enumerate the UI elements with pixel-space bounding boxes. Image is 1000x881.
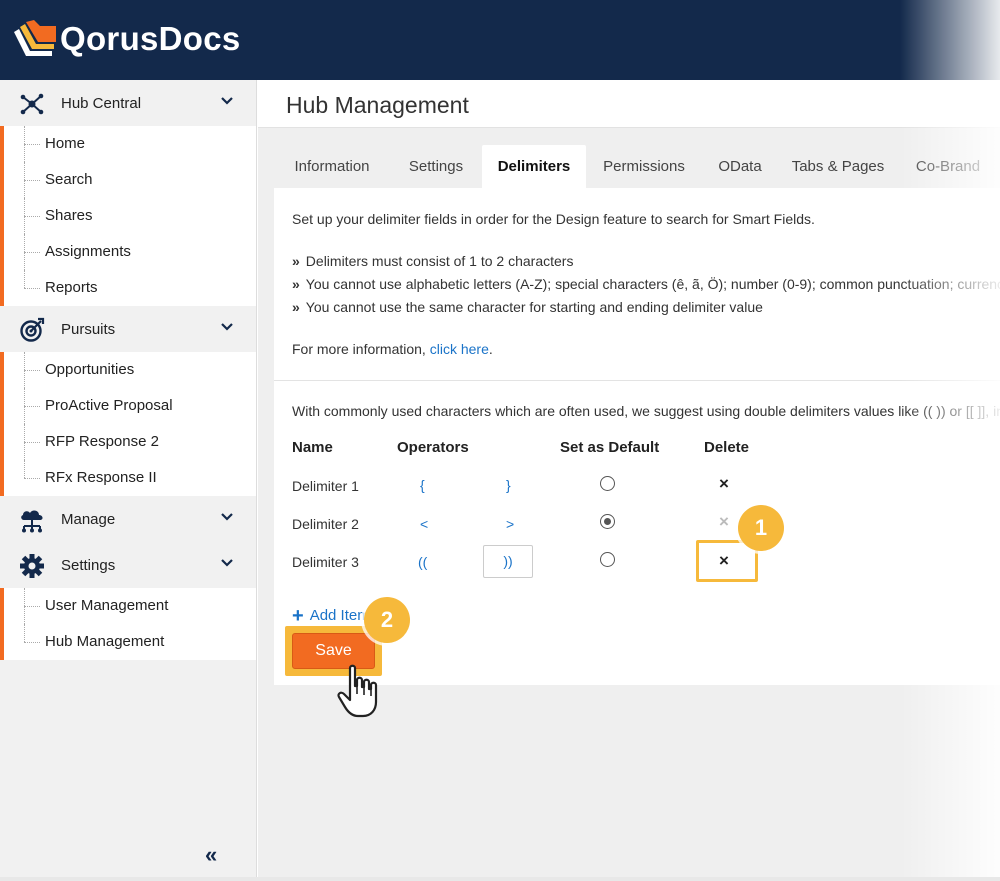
chevron-down-icon[interactable] [220, 556, 234, 570]
bottom-border [0, 877, 1000, 881]
delete-icon-disabled: × [719, 512, 729, 531]
sidebar-group-label: Manage [61, 511, 116, 528]
sidebar-item-rfx-response-ii[interactable]: RFx Response II [4, 460, 256, 496]
tab-permissions[interactable]: Permissions [586, 145, 702, 188]
double-chevron-right-icon: » [292, 299, 300, 315]
rule-item: » You cannot use alphabetic letters (A-Z)… [292, 276, 1000, 292]
rule-item: » You cannot use the same character for s… [292, 299, 763, 315]
default-radio-selected[interactable] [600, 514, 615, 529]
delimiter-name: Delimiter 3 [292, 554, 359, 570]
sidebar-item-opportunities[interactable]: Opportunities [4, 352, 256, 388]
callout-badge-1: 1 [738, 505, 784, 551]
sidebar-group-hub-central[interactable]: Hub Central [0, 80, 256, 126]
end-delimiter-input[interactable]: > [506, 516, 514, 532]
column-header-delete: Delete [704, 439, 750, 456]
sidebar-group-manage[interactable]: Manage [0, 496, 256, 542]
tab-bar: Information Settings Delimiters Permissi… [274, 145, 1000, 188]
rule-text: You cannot use alphabetic letters (A-Z);… [305, 276, 1000, 292]
cloud-network-icon [21, 510, 43, 533]
page-header: Hub Management [258, 80, 1000, 128]
sidebar-item-user-management[interactable]: User Management [4, 588, 256, 624]
delete-icon[interactable]: × [719, 551, 729, 571]
add-item-button[interactable]: + Add Item [292, 605, 370, 628]
sidebar-item-home[interactable]: Home [4, 126, 256, 162]
sidebar-group-label: Pursuits [61, 321, 116, 338]
column-header-operators: Operators [397, 439, 469, 456]
tab-co-brand[interactable]: Co-Brand [898, 145, 998, 188]
rule-text: You cannot use the same character for st… [305, 299, 763, 315]
sidebar-group-pursuits[interactable]: Pursuits [0, 306, 256, 352]
tab-delimiters[interactable]: Delimiters [482, 145, 586, 188]
sidebar-list-settings: User Management Hub Management [0, 588, 256, 660]
sidebar-list-hub-central: Home Search Shares Assignments Reports [0, 126, 256, 306]
chevron-down-icon[interactable] [220, 320, 234, 334]
double-chevron-right-icon: » [292, 276, 300, 292]
tab-information[interactable]: Information [274, 145, 390, 188]
default-radio[interactable] [600, 476, 615, 491]
logo-icon [14, 20, 56, 56]
qorusdocs-logo[interactable]: QorusDocs [10, 18, 241, 60]
callout-badge-2: 2 [364, 597, 410, 643]
hand-cursor-icon [337, 664, 378, 718]
logo-text: QorusDocs [60, 20, 241, 57]
tab-settings[interactable]: Settings [390, 145, 482, 188]
target-icon [20, 317, 45, 342]
click-here-link[interactable]: click here [430, 341, 489, 357]
start-delimiter-input[interactable]: { [420, 477, 425, 493]
delimiter-name: Delimiter 1 [292, 478, 359, 494]
start-delimiter-input[interactable]: (( [418, 554, 427, 570]
rule-item: » Delimiters must consist of 1 to 2 chara… [292, 253, 573, 269]
sidebar-item-proactive-proposal[interactable]: ProActive Proposal [4, 388, 256, 424]
tab-odata[interactable]: OData [702, 145, 778, 188]
double-chevron-right-icon: » [292, 253, 300, 269]
app-header: QorusDocs [0, 0, 1000, 80]
sidebar-item-search[interactable]: Search [4, 162, 256, 198]
collapse-sidebar-icon[interactable]: « [205, 842, 217, 868]
chevron-down-icon[interactable] [220, 94, 234, 108]
gear-icon [20, 554, 44, 578]
sidebar-group-settings[interactable]: Settings [0, 542, 256, 588]
more-info-text: For more information, click here. [292, 341, 493, 357]
sidebar-item-hub-management[interactable]: Hub Management [4, 624, 256, 660]
sidebar-group-label: Hub Central [61, 95, 142, 112]
sidebar-item-assignments[interactable]: Assignments [4, 234, 256, 270]
sidebar-item-rfp-response-2[interactable]: RFP Response 2 [4, 424, 256, 460]
hub-icon [20, 93, 44, 115]
column-header-name: Name [292, 439, 333, 456]
delimiter-name: Delimiter 2 [292, 516, 359, 532]
chevron-down-icon[interactable] [220, 510, 234, 524]
sidebar-list-pursuits: Opportunities ProActive Proposal RFP Res… [0, 352, 256, 496]
start-delimiter-input[interactable]: < [420, 516, 428, 532]
end-delimiter-input[interactable]: } [506, 477, 511, 493]
rule-text: Delimiters must consist of 1 to 2 charac… [305, 253, 574, 269]
sidebar-item-reports[interactable]: Reports [4, 270, 256, 306]
delete-icon[interactable]: × [719, 474, 729, 494]
tab-tabs-pages[interactable]: Tabs & Pages [778, 145, 898, 188]
default-radio[interactable] [600, 552, 615, 567]
page-title: Hub Management [286, 92, 469, 118]
suggestion-text: With commonly used characters which are … [292, 403, 1000, 419]
intro-text: Set up your delimiter fields in order fo… [292, 211, 815, 227]
plus-icon: + [292, 605, 304, 627]
sidebar-group-label: Settings [61, 557, 116, 574]
end-delimiter-input[interactable]: )) [483, 545, 533, 578]
main-content: Hub Management Information Settings Deli… [258, 80, 1000, 877]
section-divider [274, 380, 1000, 381]
sidebar: Hub Central Home Search Shares Assignmen… [0, 80, 257, 877]
sidebar-item-shares[interactable]: Shares [4, 198, 256, 234]
column-header-default: Set as Default [560, 439, 660, 456]
